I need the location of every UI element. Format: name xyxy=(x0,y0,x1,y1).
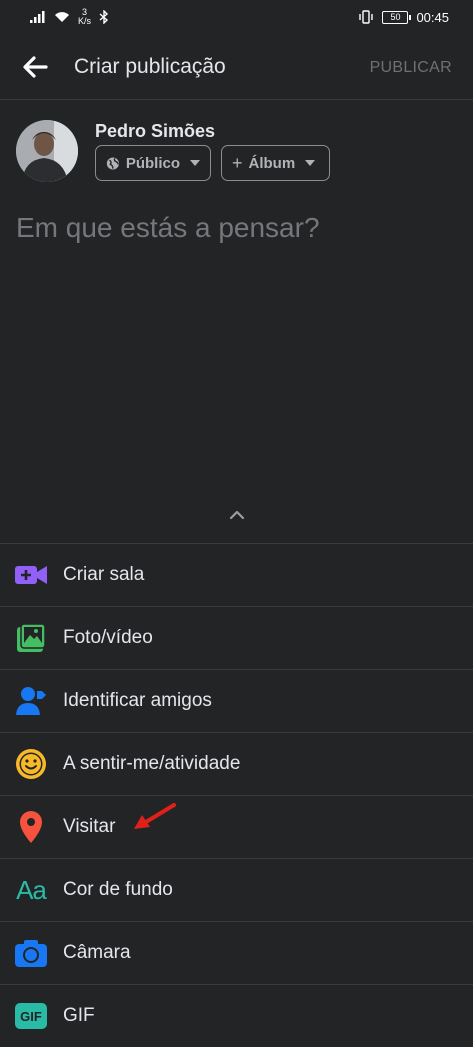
menu-item-label: Câmara xyxy=(63,942,131,963)
menu-item-feeling-activity[interactable]: A sentir-me/atividade xyxy=(0,732,473,795)
album-selector[interactable]: + Álbum xyxy=(221,145,330,181)
post-options-list: Criar sala Foto/vídeo Identificar amigos xyxy=(0,543,473,1047)
page-title: Criar publicação xyxy=(74,55,226,78)
menu-item-photo-video[interactable]: Foto/vídeo xyxy=(0,606,473,669)
battery-icon: 50 xyxy=(382,10,412,24)
menu-item-camera[interactable]: Câmara xyxy=(0,921,473,984)
globe-icon xyxy=(106,156,119,170)
caret-down-icon xyxy=(190,160,200,166)
text-aa-icon: Aa xyxy=(16,874,47,905)
menu-item-label: A sentir-me/atividade xyxy=(63,753,241,774)
menu-item-label: Criar sala xyxy=(63,564,145,585)
bluetooth-icon xyxy=(99,10,109,24)
post-text-input[interactable]: Em que estás a pensar? xyxy=(16,212,320,244)
signal-icon xyxy=(30,11,45,23)
menu-item-check-in[interactable]: Visitar xyxy=(0,795,473,858)
user-name: Pedro Simões xyxy=(95,121,216,141)
menu-item-label: Visitar xyxy=(63,816,116,837)
chevron-up-icon[interactable] xyxy=(226,505,248,523)
menu-item-label: Identificar amigos xyxy=(63,690,212,711)
location-pin-icon xyxy=(14,810,48,844)
wifi-icon xyxy=(55,12,69,22)
back-arrow-icon[interactable] xyxy=(22,54,48,80)
menu-item-gif[interactable]: GIF GIF xyxy=(0,984,473,1047)
menu-item-label: Foto/vídeo xyxy=(63,627,153,648)
plus-icon: + xyxy=(232,153,243,173)
audience-selector[interactable]: Público xyxy=(95,145,211,181)
publish-button[interactable]: PUBLICAR xyxy=(370,59,452,77)
clock: 00:45 xyxy=(416,9,449,25)
status-bar: 3 K/s 50 00:45 xyxy=(0,0,473,34)
menu-item-tag-friends[interactable]: Identificar amigos xyxy=(0,669,473,732)
menu-item-create-room[interactable]: Criar sala xyxy=(0,543,473,606)
audience-label: Público xyxy=(125,154,180,172)
app-header: Criar publicação PUBLICAR xyxy=(0,34,473,100)
caret-down-icon xyxy=(305,160,316,166)
menu-item-label: Cor de fundo xyxy=(63,879,173,900)
photo-icon xyxy=(14,621,48,655)
album-label: Álbum xyxy=(248,154,296,172)
smiley-icon xyxy=(14,747,48,781)
annotation-arrow-icon xyxy=(134,803,176,829)
avatar xyxy=(16,120,78,182)
video-room-icon xyxy=(14,558,48,592)
vibrate-icon xyxy=(359,10,374,24)
tag-friends-icon xyxy=(14,684,48,718)
camera-icon xyxy=(14,936,48,970)
menu-item-background-color[interactable]: Aa Cor de fundo xyxy=(0,858,473,921)
gif-icon: GIF xyxy=(14,999,48,1033)
network-speed: 3 K/s xyxy=(78,7,92,26)
